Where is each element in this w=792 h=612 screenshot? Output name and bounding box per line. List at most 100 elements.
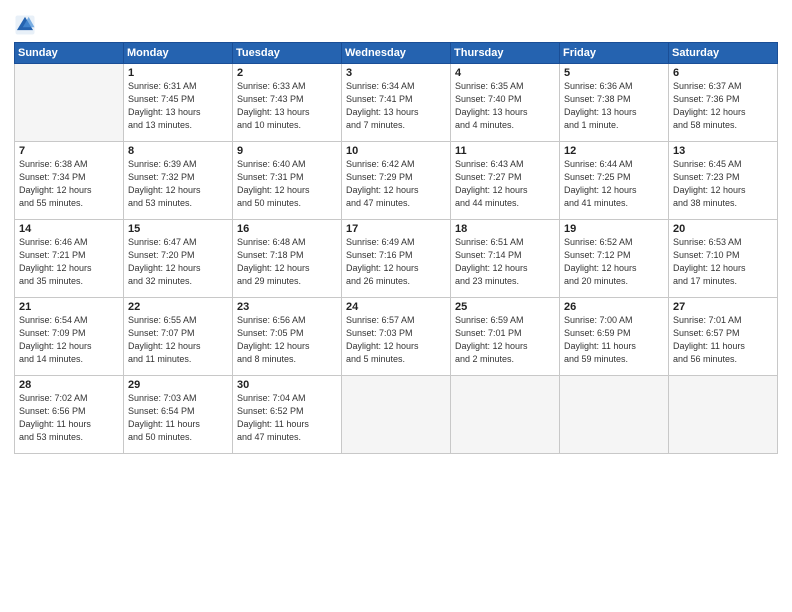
calendar-cell: 16Sunrise: 6:48 AM Sunset: 7:18 PM Dayli… <box>233 220 342 298</box>
day-number: 12 <box>564 145 664 157</box>
calendar-cell: 28Sunrise: 7:02 AM Sunset: 6:56 PM Dayli… <box>15 376 124 454</box>
calendar-cell: 22Sunrise: 6:55 AM Sunset: 7:07 PM Dayli… <box>124 298 233 376</box>
day-number: 28 <box>19 379 119 391</box>
calendar-cell: 18Sunrise: 6:51 AM Sunset: 7:14 PM Dayli… <box>451 220 560 298</box>
header-day: Saturday <box>669 43 778 64</box>
cell-info: Sunrise: 6:56 AM Sunset: 7:05 PM Dayligh… <box>237 314 337 366</box>
calendar-cell: 1Sunrise: 6:31 AM Sunset: 7:45 PM Daylig… <box>124 64 233 142</box>
calendar-cell: 25Sunrise: 6:59 AM Sunset: 7:01 PM Dayli… <box>451 298 560 376</box>
header-day: Tuesday <box>233 43 342 64</box>
day-number: 8 <box>128 145 228 157</box>
day-number: 11 <box>455 145 555 157</box>
calendar-cell: 2Sunrise: 6:33 AM Sunset: 7:43 PM Daylig… <box>233 64 342 142</box>
calendar-cell: 9Sunrise: 6:40 AM Sunset: 7:31 PM Daylig… <box>233 142 342 220</box>
cell-info: Sunrise: 6:40 AM Sunset: 7:31 PM Dayligh… <box>237 158 337 210</box>
calendar-cell: 21Sunrise: 6:54 AM Sunset: 7:09 PM Dayli… <box>15 298 124 376</box>
day-number: 30 <box>237 379 337 391</box>
cell-info: Sunrise: 6:36 AM Sunset: 7:38 PM Dayligh… <box>564 80 664 132</box>
cell-info: Sunrise: 6:54 AM Sunset: 7:09 PM Dayligh… <box>19 314 119 366</box>
logo-icon <box>14 14 36 36</box>
header-day: Sunday <box>15 43 124 64</box>
cell-info: Sunrise: 6:47 AM Sunset: 7:20 PM Dayligh… <box>128 236 228 288</box>
calendar-cell: 20Sunrise: 6:53 AM Sunset: 7:10 PM Dayli… <box>669 220 778 298</box>
day-number: 26 <box>564 301 664 313</box>
cell-info: Sunrise: 6:51 AM Sunset: 7:14 PM Dayligh… <box>455 236 555 288</box>
header-day: Wednesday <box>342 43 451 64</box>
calendar-table: SundayMondayTuesdayWednesdayThursdayFrid… <box>14 42 778 454</box>
cell-info: Sunrise: 7:00 AM Sunset: 6:59 PM Dayligh… <box>564 314 664 366</box>
header-day: Monday <box>124 43 233 64</box>
calendar-cell: 24Sunrise: 6:57 AM Sunset: 7:03 PM Dayli… <box>342 298 451 376</box>
calendar-cell <box>451 376 560 454</box>
day-number: 2 <box>237 67 337 79</box>
cell-info: Sunrise: 7:01 AM Sunset: 6:57 PM Dayligh… <box>673 314 773 366</box>
calendar-cell <box>669 376 778 454</box>
day-number: 17 <box>346 223 446 235</box>
cell-info: Sunrise: 6:49 AM Sunset: 7:16 PM Dayligh… <box>346 236 446 288</box>
calendar-cell: 26Sunrise: 7:00 AM Sunset: 6:59 PM Dayli… <box>560 298 669 376</box>
day-number: 7 <box>19 145 119 157</box>
calendar-cell: 29Sunrise: 7:03 AM Sunset: 6:54 PM Dayli… <box>124 376 233 454</box>
calendar-cell: 14Sunrise: 6:46 AM Sunset: 7:21 PM Dayli… <box>15 220 124 298</box>
header-day: Friday <box>560 43 669 64</box>
cell-info: Sunrise: 6:37 AM Sunset: 7:36 PM Dayligh… <box>673 80 773 132</box>
calendar-cell: 10Sunrise: 6:42 AM Sunset: 7:29 PM Dayli… <box>342 142 451 220</box>
day-number: 22 <box>128 301 228 313</box>
cell-info: Sunrise: 6:38 AM Sunset: 7:34 PM Dayligh… <box>19 158 119 210</box>
calendar-cell: 7Sunrise: 6:38 AM Sunset: 7:34 PM Daylig… <box>15 142 124 220</box>
cell-info: Sunrise: 6:33 AM Sunset: 7:43 PM Dayligh… <box>237 80 337 132</box>
calendar-cell: 5Sunrise: 6:36 AM Sunset: 7:38 PM Daylig… <box>560 64 669 142</box>
cell-info: Sunrise: 6:57 AM Sunset: 7:03 PM Dayligh… <box>346 314 446 366</box>
day-number: 23 <box>237 301 337 313</box>
cell-info: Sunrise: 6:45 AM Sunset: 7:23 PM Dayligh… <box>673 158 773 210</box>
cell-info: Sunrise: 6:39 AM Sunset: 7:32 PM Dayligh… <box>128 158 228 210</box>
day-number: 29 <box>128 379 228 391</box>
day-number: 25 <box>455 301 555 313</box>
day-number: 21 <box>19 301 119 313</box>
cell-info: Sunrise: 6:44 AM Sunset: 7:25 PM Dayligh… <box>564 158 664 210</box>
day-number: 3 <box>346 67 446 79</box>
calendar-cell: 6Sunrise: 6:37 AM Sunset: 7:36 PM Daylig… <box>669 64 778 142</box>
calendar-cell <box>560 376 669 454</box>
day-number: 4 <box>455 67 555 79</box>
calendar-cell <box>15 64 124 142</box>
cell-info: Sunrise: 6:46 AM Sunset: 7:21 PM Dayligh… <box>19 236 119 288</box>
calendar-cell: 17Sunrise: 6:49 AM Sunset: 7:16 PM Dayli… <box>342 220 451 298</box>
cell-info: Sunrise: 6:48 AM Sunset: 7:18 PM Dayligh… <box>237 236 337 288</box>
cell-info: Sunrise: 6:43 AM Sunset: 7:27 PM Dayligh… <box>455 158 555 210</box>
cell-info: Sunrise: 6:52 AM Sunset: 7:12 PM Dayligh… <box>564 236 664 288</box>
cell-info: Sunrise: 6:53 AM Sunset: 7:10 PM Dayligh… <box>673 236 773 288</box>
calendar-cell: 15Sunrise: 6:47 AM Sunset: 7:20 PM Dayli… <box>124 220 233 298</box>
calendar-cell: 11Sunrise: 6:43 AM Sunset: 7:27 PM Dayli… <box>451 142 560 220</box>
day-number: 9 <box>237 145 337 157</box>
calendar-cell <box>342 376 451 454</box>
day-number: 19 <box>564 223 664 235</box>
day-number: 5 <box>564 67 664 79</box>
header-day: Thursday <box>451 43 560 64</box>
day-number: 6 <box>673 67 773 79</box>
day-number: 16 <box>237 223 337 235</box>
cell-info: Sunrise: 6:42 AM Sunset: 7:29 PM Dayligh… <box>346 158 446 210</box>
calendar-cell: 4Sunrise: 6:35 AM Sunset: 7:40 PM Daylig… <box>451 64 560 142</box>
cell-info: Sunrise: 6:31 AM Sunset: 7:45 PM Dayligh… <box>128 80 228 132</box>
cell-info: Sunrise: 7:03 AM Sunset: 6:54 PM Dayligh… <box>128 392 228 444</box>
day-number: 13 <box>673 145 773 157</box>
day-number: 1 <box>128 67 228 79</box>
day-number: 10 <box>346 145 446 157</box>
day-number: 27 <box>673 301 773 313</box>
day-number: 18 <box>455 223 555 235</box>
day-number: 24 <box>346 301 446 313</box>
cell-info: Sunrise: 7:02 AM Sunset: 6:56 PM Dayligh… <box>19 392 119 444</box>
cell-info: Sunrise: 6:55 AM Sunset: 7:07 PM Dayligh… <box>128 314 228 366</box>
calendar-cell: 13Sunrise: 6:45 AM Sunset: 7:23 PM Dayli… <box>669 142 778 220</box>
cell-info: Sunrise: 6:35 AM Sunset: 7:40 PM Dayligh… <box>455 80 555 132</box>
calendar-cell: 12Sunrise: 6:44 AM Sunset: 7:25 PM Dayli… <box>560 142 669 220</box>
cell-info: Sunrise: 6:34 AM Sunset: 7:41 PM Dayligh… <box>346 80 446 132</box>
day-number: 20 <box>673 223 773 235</box>
calendar-cell: 30Sunrise: 7:04 AM Sunset: 6:52 PM Dayli… <box>233 376 342 454</box>
logo <box>14 14 38 36</box>
calendar-cell: 3Sunrise: 6:34 AM Sunset: 7:41 PM Daylig… <box>342 64 451 142</box>
day-number: 14 <box>19 223 119 235</box>
calendar-cell: 27Sunrise: 7:01 AM Sunset: 6:57 PM Dayli… <box>669 298 778 376</box>
calendar-cell: 8Sunrise: 6:39 AM Sunset: 7:32 PM Daylig… <box>124 142 233 220</box>
